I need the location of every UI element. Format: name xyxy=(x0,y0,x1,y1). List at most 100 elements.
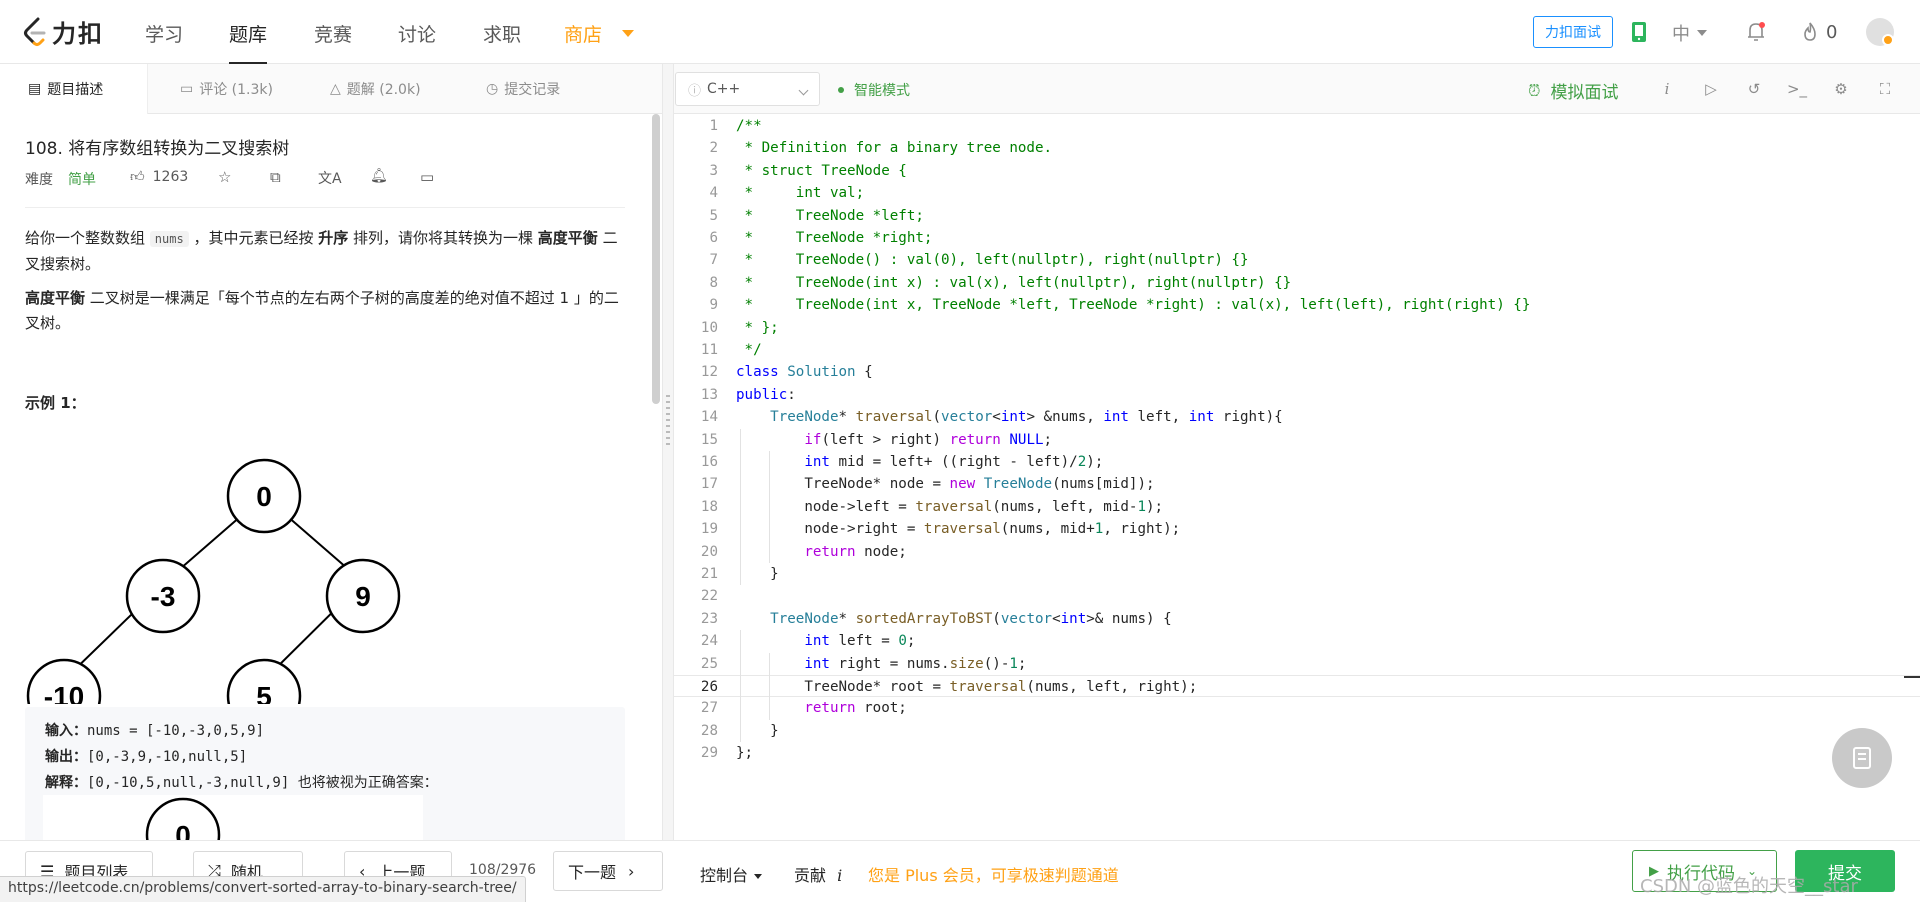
code-line[interactable]: 10 * }; xyxy=(674,317,1920,339)
code-line[interactable]: 19 node->right = traversal(nums, mid+1, … xyxy=(674,518,1920,540)
language-switch[interactable]: 中 xyxy=(1672,20,1690,46)
code-line[interactable]: 5 * TreeNode *left; xyxy=(674,205,1920,227)
code-token: TreeNode xyxy=(770,409,839,426)
notes-button[interactable] xyxy=(1832,728,1892,788)
code-token: NULL xyxy=(1009,431,1044,448)
smart-mode-indicator[interactable]: 智能模式 xyxy=(838,80,910,100)
reset-icon[interactable]: ↺ xyxy=(1743,78,1765,100)
tab-solutions[interactable]: △ 题解 (2.0k) xyxy=(330,64,421,114)
like-button[interactable]: 👍︎ 1263 xyxy=(130,168,189,186)
store-chevron-down-icon[interactable] xyxy=(622,30,634,37)
mobile-app-icon[interactable] xyxy=(1625,18,1653,46)
tab-submissions[interactable]: ◷ 提交记录 xyxy=(486,64,560,114)
console-label: 控制台 xyxy=(700,866,749,885)
debug-play-icon[interactable]: ▷ xyxy=(1700,78,1722,100)
code-token: * int val; xyxy=(736,185,865,202)
nav-link-problemset[interactable]: 题库 xyxy=(229,20,268,65)
line-number: 1 xyxy=(709,118,718,134)
share-icon[interactable]: ⧉ xyxy=(270,168,281,186)
code-line[interactable]: 14 TreeNode* traversal(vector<int> &nums… xyxy=(674,406,1920,428)
flame-icon[interactable] xyxy=(1796,18,1824,46)
code-line[interactable]: 22 xyxy=(674,585,1920,607)
panel-splitter[interactable] xyxy=(662,64,674,840)
code-line[interactable]: 20 return node; xyxy=(674,541,1920,563)
code-line[interactable]: 23 TreeNode* sortedArrayToBST(vector<int… xyxy=(674,608,1920,630)
logo[interactable]: 力扣 xyxy=(22,14,104,49)
code-text: * struct TreeNode { xyxy=(736,160,907,182)
translate-icon[interactable]: 文A xyxy=(318,168,342,188)
code-line[interactable]: 2 * Definition for a binary tree node. xyxy=(674,137,1920,159)
code-line[interactable]: 24 int left = 0; xyxy=(674,630,1920,652)
code-token: int xyxy=(804,454,830,470)
tab-description[interactable]: ▤ 题目描述 xyxy=(0,64,148,114)
mock-interview-button[interactable]: ⏰︎ 模拟面试 xyxy=(1528,78,1618,104)
contribute-label: 贡献 xyxy=(794,866,827,885)
code-line[interactable]: 13 public: xyxy=(674,384,1920,406)
code-line[interactable]: 27 return root; xyxy=(674,697,1920,719)
code-line[interactable]: 25 int right = nums.size()-1; xyxy=(674,653,1920,675)
language-chevron-down-icon[interactable] xyxy=(1697,30,1707,36)
code-token: }; xyxy=(736,745,754,762)
code-token: ; xyxy=(1017,655,1027,672)
line-number: 19 xyxy=(700,521,718,538)
code-line[interactable]: 12 class Solution { xyxy=(674,361,1920,383)
plus-badge xyxy=(1882,34,1894,46)
code-line[interactable]: 9 * TreeNode(int x, TreeNode *left, Tree… xyxy=(674,294,1920,316)
code-token: > &nums, xyxy=(1026,409,1104,426)
code-line[interactable]: 26 TreeNode* root = traversal(nums, left… xyxy=(674,675,1920,698)
next-button[interactable]: 下一题 › xyxy=(553,851,663,891)
console-button[interactable]: 控制台 xyxy=(700,862,763,886)
info-italic-icon[interactable]: i xyxy=(1656,78,1678,100)
settings-icon[interactable]: ⚙ xyxy=(1830,78,1852,100)
code-line[interactable]: 16 int mid = left+ ((right - left)/2); xyxy=(674,451,1920,473)
nav-link-jobs[interactable]: 求职 xyxy=(483,20,521,47)
code-line[interactable]: 1 /** xyxy=(674,115,1920,137)
tree-node-label: 0 xyxy=(256,481,272,512)
code-token: (nums, left, right); xyxy=(1026,679,1198,695)
alarm-clock-icon: ⏰︎ xyxy=(1528,80,1541,100)
code-token: left = xyxy=(829,633,899,650)
bell-icon[interactable]: 🔔︎ xyxy=(370,168,388,184)
code-line[interactable]: 29}; xyxy=(674,742,1920,764)
terminal-icon[interactable]: >_ xyxy=(1786,78,1808,100)
tree-node: -10 xyxy=(26,658,102,704)
feedback-icon[interactable]: ▭ xyxy=(420,168,434,186)
interview-button[interactable]: 力扣面试 xyxy=(1533,16,1613,48)
alt-tree-diagram: 0 xyxy=(43,795,423,840)
code-text: return root; xyxy=(736,697,907,719)
fullscreen-icon[interactable]: ⛶ xyxy=(1874,78,1896,100)
tab-comments[interactable]: ▭ 评论 (1.3k) xyxy=(180,64,273,114)
tree-node: -3 xyxy=(125,558,201,634)
code-text: } xyxy=(736,563,779,585)
language-select[interactable]: ⓘ C++ xyxy=(675,72,820,106)
star-icon[interactable]: ☆ xyxy=(218,168,231,186)
code-token: ; xyxy=(906,633,916,650)
nav-link-discuss[interactable]: 讨论 xyxy=(398,20,436,47)
splitter-handle-icon[interactable] xyxy=(666,395,670,445)
code-line[interactable]: 11 */ xyxy=(674,339,1920,361)
code-line[interactable]: 18 node->left = traversal(nums, left, mi… xyxy=(674,496,1920,518)
code-line[interactable]: 8 * TreeNode(int x) : val(x), left(nullp… xyxy=(674,272,1920,294)
comment-icon: ▭ xyxy=(180,81,194,97)
code-line[interactable]: 4 * int val; xyxy=(674,182,1920,204)
code-line[interactable]: 7 * TreeNode() : val(0), left(nullptr), … xyxy=(674,249,1920,271)
code-line[interactable]: 6 * TreeNode *right; xyxy=(674,227,1920,249)
code-line[interactable]: 28 } xyxy=(674,720,1920,742)
code-text: }; xyxy=(736,742,753,764)
contribute-button[interactable]: 贡献 i xyxy=(794,862,842,886)
code-line[interactable]: 15 if(left > right) return NULL; xyxy=(674,429,1920,451)
like-count: 1263 xyxy=(152,168,189,185)
top-navbar: 力扣 学习 题库 竞赛 讨论 求职 商店 力扣面试 中 0 xyxy=(0,0,1920,65)
code-line[interactable]: 21 } xyxy=(674,563,1920,585)
example-explanation: 解释：[0,-10,5,null,-3,null,9] 也将被视为正确答案： xyxy=(45,772,438,792)
input-label: 输入： xyxy=(45,723,87,739)
nav-link-store[interactable]: 商店 xyxy=(564,20,602,47)
notification-bell-icon[interactable] xyxy=(1742,18,1770,46)
nav-link-contest[interactable]: 竞赛 xyxy=(314,20,352,47)
code-line[interactable]: 17 TreeNode* node = new TreeNode(nums[mi… xyxy=(674,473,1920,495)
nav-link-learn[interactable]: 学习 xyxy=(145,20,183,47)
code-editor[interactable]: 1 /** 2 * Definition for a binary tree nod… xyxy=(674,114,1920,840)
logo-text: 力扣 xyxy=(52,20,104,48)
question-scrollbar[interactable] xyxy=(652,114,660,404)
code-line[interactable]: 3 * struct TreeNode { xyxy=(674,160,1920,182)
